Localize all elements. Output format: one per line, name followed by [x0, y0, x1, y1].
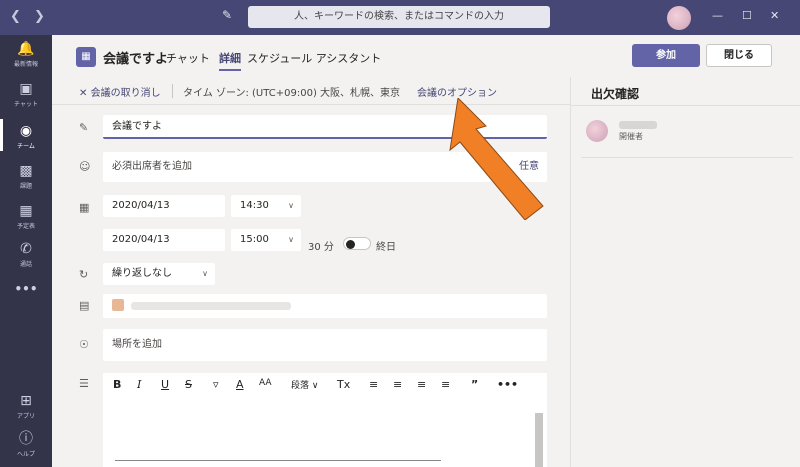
attendee-avatar[interactable] [586, 120, 608, 142]
chat-icon: ▣ [19, 81, 33, 97]
search-input[interactable]: 人、キーワードの検索、またはコマンドの入力 [248, 6, 550, 28]
minimize-icon[interactable]: — [712, 9, 723, 22]
quote-icon[interactable]: ” [471, 378, 478, 391]
divider [172, 84, 173, 98]
end-time-field[interactable]: 15:00 ∨ [231, 229, 301, 251]
font-color-icon[interactable]: A [236, 378, 244, 391]
annotation-arrow-shape [449, 98, 544, 220]
description-editor[interactable]: B I U S ▿ A AA 段落 ∨ Tx ≡ ≡ ≡ ≡ ” ••• [103, 373, 547, 467]
meeting-options-link[interactable]: 会議のオプション [417, 84, 497, 99]
cancel-meeting-label: 会議の取り消し [90, 88, 161, 99]
compose-icon[interactable]: ✎ [222, 8, 238, 24]
numbered-list-icon[interactable]: ≡ [441, 378, 450, 391]
italic-icon[interactable]: I [137, 378, 141, 391]
attendance-pane: 出欠確認 開催者 [571, 77, 800, 467]
attendance-title: 出欠確認 [591, 87, 640, 101]
back-arrow-icon[interactable]: ❮ [10, 9, 21, 24]
calendar-icon: ▦ [79, 201, 90, 214]
attendee-role: 開催者 [619, 132, 643, 141]
more-options-icon[interactable]: ••• [497, 378, 518, 391]
end-time-value: 15:00 [240, 234, 269, 245]
join-button[interactable]: 参加 [632, 44, 700, 67]
timezone-label[interactable]: タイム ゾーン: (UTC+09:00) 大阪、札幌、東京 [183, 84, 400, 99]
assignments-icon: ▩ [19, 163, 33, 179]
pencil-icon: ✎ [79, 121, 89, 134]
rail-item-calls[interactable]: ✆ 通話 [0, 241, 52, 268]
start-date-field[interactable]: 2020/04/13 [103, 195, 225, 217]
app-rail: 🔔 最新情報 ▣ チャット ◉ チーム ▩ 課題 ▦ 予定表 ✆ 通話 ••• … [0, 35, 52, 467]
end-date-field[interactable]: 2020/04/13 [103, 229, 225, 251]
attendees-placeholder: 必須出席者を追加 [112, 161, 192, 172]
repeat-value: 繰り返しなし [112, 268, 172, 279]
toggle-knob [346, 239, 355, 249]
channel-name-blurred [131, 302, 291, 310]
bullet-list-icon[interactable]: ≡ [417, 378, 426, 391]
maximize-icon[interactable]: ☐ [742, 9, 752, 22]
phone-icon: ✆ [20, 241, 32, 257]
clear-formatting-icon[interactable]: Tx [337, 378, 350, 391]
chevron-down-icon: ∨ [288, 201, 294, 210]
repeat-icon: ↻ [79, 268, 89, 281]
paragraph-dropdown[interactable]: 段落 ∨ [291, 378, 318, 391]
rail-item-teams[interactable]: ◉ チーム [0, 119, 52, 151]
location-field[interactable]: 場所を追加 [103, 329, 547, 361]
close-window-icon[interactable]: ✕ [770, 9, 779, 22]
all-day-toggle[interactable] [343, 237, 371, 250]
calendar-icon: ▦ [19, 203, 33, 219]
underline-icon[interactable]: U [161, 378, 169, 391]
highlight-icon[interactable]: ▿ [213, 378, 219, 391]
add-person-icon: ☺ [79, 160, 91, 173]
calendar-meeting-icon: ▦ [76, 47, 96, 67]
annotation-arrow [449, 98, 544, 220]
teams-icon: ◉ [19, 123, 33, 139]
tab-scheduling-assistant[interactable]: スケジュール アシスタント [247, 50, 381, 66]
increase-indent-icon[interactable]: ≡ [393, 378, 402, 391]
strikethrough-icon[interactable]: S [185, 378, 192, 391]
bold-icon[interactable]: B [113, 378, 121, 391]
rail-item-apps[interactable]: ⊞ アプリ [0, 393, 52, 420]
details-list-icon: ☰ [79, 377, 89, 390]
rail-item-calendar[interactable]: ▦ 予定表 [0, 203, 52, 230]
help-icon: ⓘ [19, 431, 33, 447]
rail-item-activity[interactable]: 🔔 最新情報 [0, 41, 52, 68]
attendee-name-blurred [619, 121, 657, 129]
divider [581, 157, 793, 158]
rail-item-chat[interactable]: ▣ チャット [0, 81, 52, 108]
rail-item-help[interactable]: ⓘ ヘルプ [0, 431, 52, 458]
editor-scrollbar[interactable] [535, 413, 543, 467]
divider [571, 105, 800, 106]
decrease-indent-icon[interactable]: ≡ [369, 378, 378, 391]
all-day-label: 終日 [376, 242, 396, 253]
rail-item-more[interactable]: ••• [0, 281, 52, 297]
duration-label: 30 分 [308, 242, 334, 253]
rail-item-assignments[interactable]: ▩ 課題 [0, 163, 52, 190]
team-channel-icon [112, 299, 124, 311]
meeting-header: ▦ 会議ですよ チャット 詳細 スケジュール アシスタント 参加 閉じる [52, 35, 800, 77]
cancel-meeting-button[interactable]: ✕ 会議の取り消し [79, 84, 161, 99]
location-pin-icon: ☉ [79, 338, 89, 351]
close-button[interactable]: 閉じる [706, 44, 772, 67]
chevron-down-icon: ∨ [288, 235, 294, 244]
tab-details[interactable]: 詳細 [219, 50, 241, 71]
more-icon: ••• [14, 282, 38, 296]
forward-arrow-icon[interactable]: ❯ [34, 9, 45, 24]
tab-chat[interactable]: チャット [166, 50, 210, 66]
chevron-down-icon: ∨ [202, 269, 208, 278]
repeat-dropdown[interactable]: 繰り返しなし ∨ [103, 263, 215, 285]
user-avatar[interactable] [667, 6, 691, 30]
title-bar: ❮ ❯ ✎ 人、キーワードの検索、またはコマンドの入力 — ☐ ✕ [0, 0, 800, 35]
start-time-value: 14:30 [240, 200, 269, 211]
editor-baseline [115, 460, 441, 461]
meeting-title: 会議ですよ [103, 52, 169, 67]
font-size-icon[interactable]: AA [259, 378, 272, 388]
start-time-field[interactable]: 14:30 ∨ [231, 195, 301, 217]
channel-icon: ▤ [79, 299, 90, 312]
apps-icon: ⊞ [20, 393, 32, 409]
channel-field[interactable] [103, 294, 547, 318]
bell-icon: 🔔 [17, 41, 35, 57]
close-icon: ✕ [79, 88, 88, 99]
